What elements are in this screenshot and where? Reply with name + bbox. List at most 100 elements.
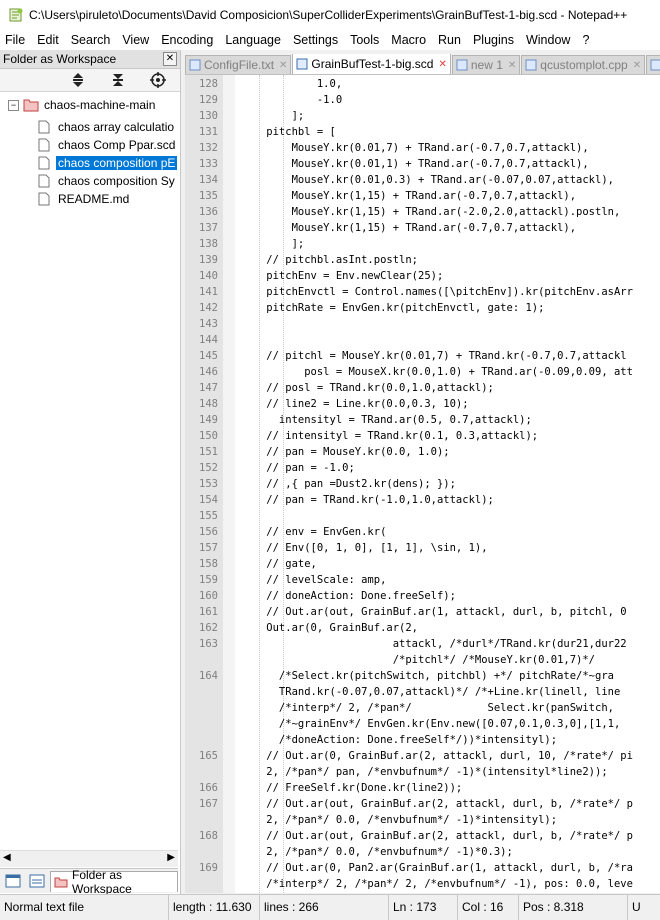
code-line[interactable]: TRand.kr(-0.07,0.07,attackl)*/ /*+Line.k… bbox=[241, 686, 620, 698]
code-line[interactable]: // intensityl = TRand.kr(0.1, 0.3,attack… bbox=[241, 430, 538, 442]
code-line[interactable]: // pan = -1.0; bbox=[241, 462, 355, 474]
code-line[interactable]: /*~grainEnv*/ EnvGen.kr(Env.new([0.07,0.… bbox=[241, 718, 620, 730]
tab[interactable]: qcus bbox=[646, 55, 660, 74]
code-line[interactable]: // pitchl = MouseY.kr(0.01,7) + TRand.kr… bbox=[241, 350, 626, 362]
code-line[interactable]: 2, /*pan*/ pan, /*envbufnum*/ -1)*(inten… bbox=[241, 766, 607, 778]
code-line[interactable]: // gate, bbox=[241, 558, 317, 570]
code-line[interactable]: // levelScale: amp, bbox=[241, 574, 386, 586]
tree-item[interactable]: README.md bbox=[38, 190, 131, 208]
window-title: C:\Users\piruleto\Documents\David Compos… bbox=[29, 8, 628, 22]
code-line[interactable]: attackl, /*durl*/TRand.kr(dur21,dur22 bbox=[241, 638, 627, 650]
code-line[interactable]: // doneAction: Done.freeSelf); bbox=[241, 590, 456, 602]
fold-margin[interactable] bbox=[223, 75, 235, 893]
tree-root-folder[interactable]: − chaos-machine-main bbox=[8, 98, 155, 112]
code-line[interactable]: Out.ar(0, GrainBuf.ar(2, bbox=[241, 622, 418, 634]
line-number: 168 bbox=[199, 830, 218, 842]
code-line[interactable]: ]; bbox=[241, 110, 305, 122]
scroll-left-icon[interactable]: ◀ bbox=[3, 852, 11, 863]
menu-run[interactable]: Run bbox=[432, 30, 467, 50]
menu-view[interactable]: View bbox=[116, 30, 155, 50]
code-line[interactable]: // ,{ pan =Dust2.kr(dens); }); bbox=[241, 478, 456, 490]
expand-all-icon[interactable] bbox=[68, 71, 88, 89]
code-line[interactable]: /*interp*/ 2, /*pan*/ Select.kr(panSwitc… bbox=[241, 702, 614, 714]
status-bar: Normal text file length : 11.630 lines :… bbox=[0, 894, 660, 920]
menu-settings[interactable]: Settings bbox=[287, 30, 344, 50]
code-line[interactable]: intensityl = TRand.ar(0.5, 0.7,attackl); bbox=[241, 414, 532, 426]
collapse-all-icon[interactable] bbox=[108, 71, 128, 89]
tree-item[interactable]: chaos composition Sy bbox=[38, 172, 177, 190]
tab[interactable]: ConfigFile.txt ✕ bbox=[185, 55, 292, 74]
code-line[interactable]: // Out.ar(0, GrainBuf.ar(2, attackl, dur… bbox=[241, 750, 633, 762]
code-line[interactable]: // line2 = Line.kr(0.0,0.3, 10); bbox=[241, 398, 468, 410]
code-line[interactable]: pitchRate = EnvGen.kr(pitchEnvctl, gate:… bbox=[241, 302, 544, 314]
menu-edit[interactable]: Edit bbox=[31, 30, 65, 50]
notepadpp-app-icon bbox=[8, 7, 24, 23]
tab-close-icon[interactable]: ✕ bbox=[508, 60, 516, 71]
code-line[interactable]: // env = EnvGen.kr( bbox=[241, 526, 386, 538]
menu-search[interactable]: Search bbox=[65, 30, 117, 50]
code-line[interactable]: MouseY.kr(0.01,0.3) + TRand.ar(-0.07,0.0… bbox=[241, 174, 614, 186]
code-line[interactable]: MouseY.kr(1,15) + TRand.ar(-0.7,0.7,atta… bbox=[241, 222, 576, 234]
title-bar: C:\Users\piruleto\Documents\David Compos… bbox=[0, 0, 660, 30]
folder-as-workspace-tab[interactable]: Folder as Workspace bbox=[50, 868, 178, 896]
line-number: 136 bbox=[199, 206, 218, 218]
scroll-right-icon[interactable]: ▶ bbox=[167, 852, 175, 863]
line-number: 150 bbox=[199, 430, 218, 442]
menu-encoding[interactable]: Encoding bbox=[155, 30, 219, 50]
menu-tools[interactable]: Tools bbox=[344, 30, 385, 50]
code-line[interactable]: // Env([0, 1, 0], [1, 1], \sin, 1), bbox=[241, 542, 487, 554]
file-icon bbox=[38, 192, 50, 206]
code-editor[interactable]: 128 1.0, 129 -1.0 130 ]; 131 pitchbl = [132… bbox=[185, 75, 660, 893]
tab-close-icon[interactable]: ✕ bbox=[438, 59, 446, 70]
panel-horizontal-scrollbar[interactable]: ◀ ▶ bbox=[0, 850, 178, 867]
code-line[interactable]: // pitchbl.asInt.postln; bbox=[241, 254, 418, 266]
menu-file[interactable]: File bbox=[0, 30, 31, 50]
code-line[interactable]: /*Select.kr(pitchSwitch, pitchbl) +*/ pi… bbox=[241, 670, 614, 682]
code-line[interactable]: pitchEnvctl = Control.names([\pitchEnv])… bbox=[241, 286, 633, 298]
code-line[interactable]: 2, /*pan*/ 0.0, /*envbufnum*/ -1)*0.3); bbox=[241, 846, 513, 858]
menu-plugins[interactable]: Plugins bbox=[467, 30, 520, 50]
code-line[interactable]: ]; bbox=[241, 238, 305, 250]
tree-item[interactable]: chaos Comp Ppar.scd bbox=[38, 136, 177, 154]
code-line[interactable]: posl = MouseX.kr(0.0,1.0) + TRand.ar(-0.… bbox=[241, 366, 633, 378]
menu-language[interactable]: Language bbox=[219, 30, 287, 50]
tab[interactable]: qcustomplot.cpp ✕ bbox=[521, 55, 646, 74]
tab-close-icon[interactable]: ✕ bbox=[633, 60, 641, 71]
code-line[interactable]: /*doneAction: Done.freeSelf*/))*intensit… bbox=[241, 734, 557, 746]
function-list-tab-icon[interactable] bbox=[2, 871, 24, 891]
code-line[interactable]: // Out.ar(out, GrainBuf.ar(1, attackl, d… bbox=[241, 606, 626, 618]
status-col: Col : 16 bbox=[458, 895, 519, 920]
locate-file-icon[interactable] bbox=[148, 71, 168, 89]
panel-close-button[interactable]: ✕ bbox=[163, 52, 177, 66]
code-line[interactable]: 1.0, bbox=[241, 78, 342, 90]
code-line[interactable]: // Out.ar(0, Pan2.ar(GrainBuf.ar(1, atta… bbox=[241, 862, 633, 874]
code-line[interactable]: MouseY.kr(0.01,1) + TRand.ar(-0.7,0.7,at… bbox=[241, 158, 589, 170]
menu-macro[interactable]: Macro bbox=[385, 30, 432, 50]
code-line[interactable]: // pan = TRand.kr(-1.0,1.0,attackl); bbox=[241, 494, 494, 506]
tab[interactable]: new 1 ✕ bbox=[451, 55, 521, 74]
code-line[interactable]: MouseY.kr(1,15) + TRand.ar(-2.0,2.0,atta… bbox=[241, 206, 621, 218]
tree-item[interactable]: chaos array calculatio bbox=[38, 118, 176, 136]
code-line[interactable]: pitchEnv = Env.newClear(25); bbox=[241, 270, 443, 282]
code-line[interactable]: // pan = MouseY.kr(0.0, 1.0); bbox=[241, 446, 449, 458]
document-list-tab-icon[interactable] bbox=[26, 871, 48, 891]
code-line[interactable]: /*pitchl*/ /*MouseY.kr(0.01,7)*/ bbox=[241, 654, 595, 666]
code-line[interactable]: 2, /*pan*/ 0.0, /*envbufnum*/ -1)*intens… bbox=[241, 814, 557, 826]
menu-window[interactable]: Window bbox=[520, 30, 576, 50]
code-line[interactable]: MouseY.kr(1,15) + TRand.ar(-0.7,0.7,atta… bbox=[241, 190, 576, 202]
code-line[interactable]: MouseY.kr(0.01,7) + TRand.ar(-0.7,0.7,at… bbox=[241, 142, 589, 154]
tab-close-icon[interactable]: ✕ bbox=[279, 60, 287, 71]
code-line[interactable]: /*interp*/ 2, /*pan*/ 2, /*envbufnum*/ -… bbox=[241, 878, 633, 890]
line-number: 137 bbox=[199, 222, 218, 234]
tab-active[interactable]: GrainBufTest-1-big.scd ✕ bbox=[292, 54, 451, 74]
code-line[interactable]: pitchbl = [ bbox=[241, 126, 336, 138]
code-line[interactable]: // posl = TRand.kr(0.0,1.0,attackl); bbox=[241, 382, 494, 394]
tree-item-selected[interactable]: chaos composition pE bbox=[38, 154, 178, 172]
code-line[interactable]: -1.0 bbox=[241, 94, 342, 106]
code-line[interactable]: // FreeSelf.kr(Done.kr(line2)); bbox=[241, 782, 462, 794]
menu-help[interactable]: ? bbox=[576, 30, 595, 50]
code-line[interactable]: // Out.ar(out, GrainBuf.ar(2, attackl, d… bbox=[241, 830, 633, 842]
code-line[interactable]: // Out.ar(out, GrainBuf.ar(2, attackl, d… bbox=[241, 798, 633, 810]
collapse-node-icon[interactable]: − bbox=[8, 99, 19, 111]
tab-label: GrainBufTest-1-big.scd bbox=[311, 57, 434, 71]
